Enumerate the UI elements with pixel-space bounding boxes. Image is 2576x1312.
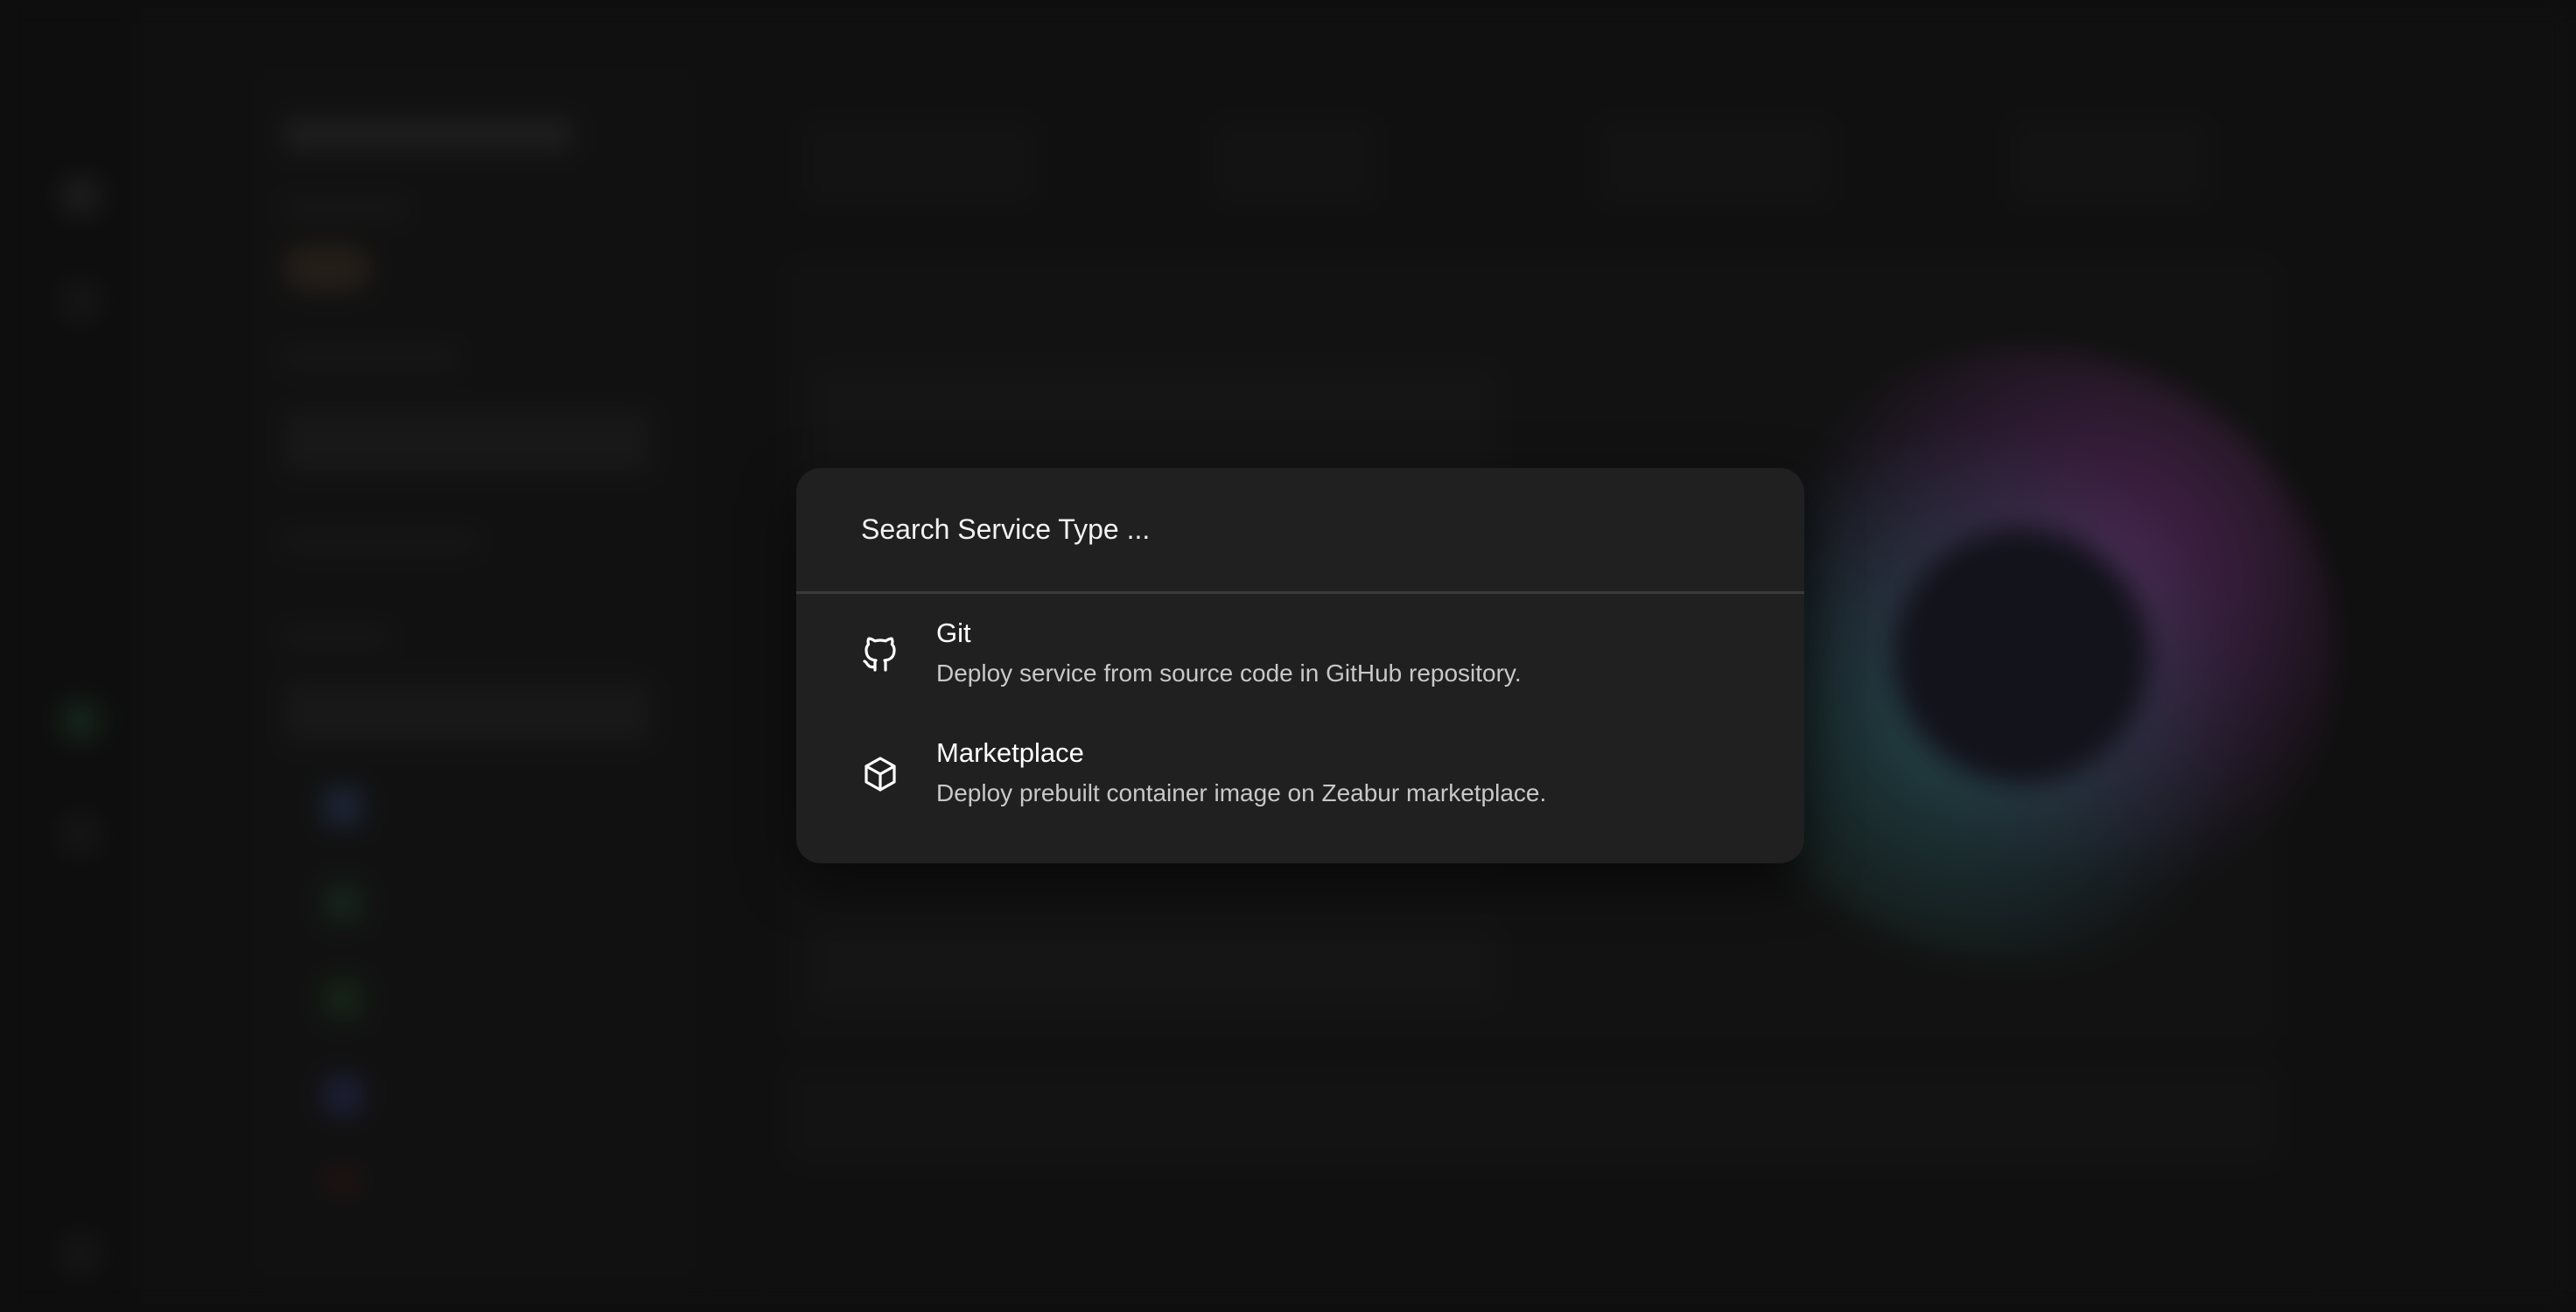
option-git[interactable]: Git Deploy service from source code in G…	[796, 597, 1804, 708]
search-service-type-input[interactable]	[859, 513, 1738, 547]
search-bar	[796, 468, 1804, 594]
option-title: Git	[936, 618, 971, 648]
option-marketplace[interactable]: Marketplace Deploy prebuilt container im…	[796, 716, 1804, 828]
github-icon	[859, 633, 901, 675]
cube-icon	[859, 753, 901, 795]
option-title: Marketplace	[936, 737, 1084, 768]
service-type-dialog: Git Deploy service from source code in G…	[796, 468, 1804, 863]
option-description: Deploy prebuilt container image on Zeabu…	[936, 779, 1547, 806]
option-description: Deploy service from source code in GitHu…	[936, 659, 1522, 687]
